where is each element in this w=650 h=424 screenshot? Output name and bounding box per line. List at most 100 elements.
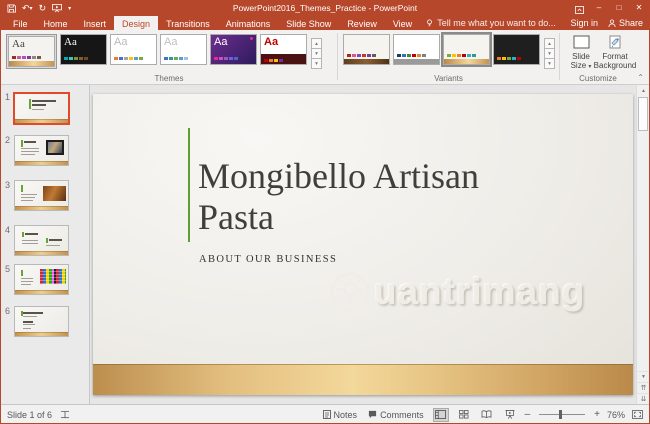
- themes-gallery-more-button[interactable]: ▾: [311, 58, 322, 69]
- slide-thumbnail-6[interactable]: [14, 306, 69, 337]
- mini-text-bar: [46, 245, 60, 246]
- slide-title[interactable]: Mongibello Artisan Pasta: [198, 156, 548, 238]
- accent-line: [188, 128, 190, 242]
- theme-aa-label: Aa: [264, 36, 278, 48]
- slide-number: 3: [5, 180, 13, 190]
- lightbulb-icon: [426, 19, 433, 28]
- theme-aa-label: Aa: [12, 38, 25, 50]
- slide-thumbnail-panel: 123456: [1, 85, 90, 404]
- scroll-up-button[interactable]: ▲: [637, 85, 650, 96]
- theme-thumbnail-office-light[interactable]: Aa: [110, 34, 157, 65]
- notes-button[interactable]: Notes: [321, 409, 360, 421]
- quick-access-toolbar: ↶▾ ↻ ▾: [1, 4, 71, 13]
- previous-slide-button[interactable]: ⇈: [637, 382, 650, 393]
- mini-image: [46, 140, 64, 155]
- format-background-button[interactable]: Format Background: [598, 33, 632, 72]
- slide-size-icon: [573, 33, 590, 51]
- tab-file[interactable]: File: [5, 16, 36, 30]
- mini-text-bar: [24, 141, 36, 143]
- zoom-percent[interactable]: 76%: [607, 410, 625, 420]
- theme-thumbnail-red-berlin[interactable]: Aa: [260, 34, 307, 65]
- variant-thumbnail-variant-current-tan[interactable]: [443, 34, 490, 65]
- theme-aa-label: Aa: [164, 36, 177, 48]
- comments-button[interactable]: Comments: [366, 409, 426, 421]
- tab-home[interactable]: Home: [36, 16, 76, 30]
- scrollbar-thumb[interactable]: [638, 97, 648, 131]
- color-swatches: [497, 57, 521, 60]
- slide-thumbnail-2[interactable]: [14, 135, 69, 166]
- zoom-in-button[interactable]: +: [594, 409, 600, 420]
- mini-text-bar: [23, 324, 35, 325]
- customize-qat-icon[interactable]: ▾: [68, 5, 71, 12]
- mini-text-bar: [32, 100, 56, 102]
- undo-dropdown-icon[interactable]: ▾: [30, 5, 33, 12]
- slide-number: 5: [5, 264, 13, 274]
- scroll-down-button[interactable]: ▼: [637, 371, 650, 382]
- zoom-slider-knob[interactable]: [559, 410, 562, 419]
- variant-thumbnail-variant-black[interactable]: [493, 34, 540, 65]
- slide-show-view-button[interactable]: [502, 408, 518, 422]
- mini-floor: [15, 251, 68, 255]
- format-background-icon: [607, 33, 623, 51]
- zoom-slider[interactable]: [539, 414, 585, 415]
- variant-thumbnail-variant-gray[interactable]: [393, 34, 440, 65]
- zoom-out-button[interactable]: –: [525, 409, 531, 420]
- proofing-book-icon[interactable]: [60, 410, 70, 419]
- variants-gallery-more-button[interactable]: ▾: [544, 58, 555, 69]
- slide-canvas[interactable]: Mongibello Artisan Pasta ABOUT OUR BUSIN…: [93, 94, 633, 395]
- variant-thumbnail-variant-pink-wood[interactable]: [343, 34, 390, 65]
- mini-text-bar: [23, 321, 33, 323]
- collapse-ribbon-button[interactable]: ⌃: [637, 73, 644, 82]
- normal-view-button[interactable]: [433, 408, 449, 422]
- mini-text-bar: [21, 194, 37, 195]
- theme-thumbnail-light-blue[interactable]: Aa: [160, 34, 207, 65]
- vertical-scrollbar[interactable]: ▲ ▼ ⇈ ⇊: [636, 85, 649, 404]
- tell-me-box[interactable]: Tell me what you want to do...: [420, 16, 562, 30]
- tab-design[interactable]: Design: [114, 16, 158, 30]
- mini-text-bar: [21, 154, 35, 155]
- tab-view[interactable]: View: [385, 16, 420, 30]
- reading-view-button[interactable]: [479, 408, 495, 422]
- next-slide-button[interactable]: ⇊: [637, 393, 650, 404]
- thumbnail-floor: [394, 59, 439, 64]
- tab-review[interactable]: Review: [339, 16, 385, 30]
- color-swatches: [164, 57, 188, 60]
- mini-floor: [15, 332, 68, 336]
- slide-subtitle[interactable]: ABOUT OUR BUSINESS: [199, 254, 337, 265]
- mini-text-bar: [21, 284, 31, 285]
- slide-thumbnail-4[interactable]: [14, 225, 69, 256]
- tab-transitions[interactable]: Transitions: [158, 16, 218, 30]
- maximize-button[interactable]: □: [609, 0, 629, 16]
- ribbon-display-options-icon[interactable]: [569, 2, 589, 14]
- tab-slide-show[interactable]: Slide Show: [278, 16, 339, 30]
- thumbnail-floor: [444, 59, 489, 64]
- sign-in-link[interactable]: Sign in: [570, 18, 598, 28]
- slide-sorter-view-button[interactable]: [456, 408, 472, 422]
- slide-thumbnail-5[interactable]: [14, 264, 69, 295]
- main-area: 123456 Mongibello Artisan Pasta ABOUT OU…: [1, 85, 649, 404]
- redo-icon[interactable]: ↻: [39, 4, 47, 13]
- theme-thumbnail-black[interactable]: Aa: [60, 34, 107, 65]
- mini-text-bar: [21, 148, 39, 149]
- tab-insert[interactable]: Insert: [76, 16, 115, 30]
- close-button[interactable]: ✕: [629, 0, 649, 16]
- mini-text-bar: [32, 109, 44, 110]
- fit-slide-to-window-icon[interactable]: [632, 410, 643, 419]
- tab-animations[interactable]: Animations: [218, 16, 279, 30]
- theme-thumbnail-purple-ion[interactable]: Aa: [210, 34, 257, 65]
- save-icon[interactable]: [7, 4, 16, 13]
- themes-gallery-scroll: ▴▾▾: [311, 38, 322, 68]
- undo-icon[interactable]: ↶▾: [22, 4, 33, 13]
- color-swatches: [347, 54, 376, 57]
- mini-accent-line: [46, 238, 48, 243]
- slide-thumbnail-1[interactable]: [13, 92, 70, 125]
- comments-icon: [368, 410, 377, 419]
- slide-thumbnail-3[interactable]: [14, 180, 69, 211]
- mini-text-bar: [32, 104, 46, 106]
- share-button[interactable]: Share: [608, 18, 643, 28]
- window-title: PowerPoint2016_Themes_Practice - PowerPo…: [1, 3, 649, 13]
- minimize-button[interactable]: –: [589, 0, 609, 16]
- start-slideshow-icon[interactable]: [52, 4, 62, 13]
- theme-thumbnail-current-wood[interactable]: Aa: [8, 36, 55, 67]
- mini-image: [43, 186, 66, 201]
